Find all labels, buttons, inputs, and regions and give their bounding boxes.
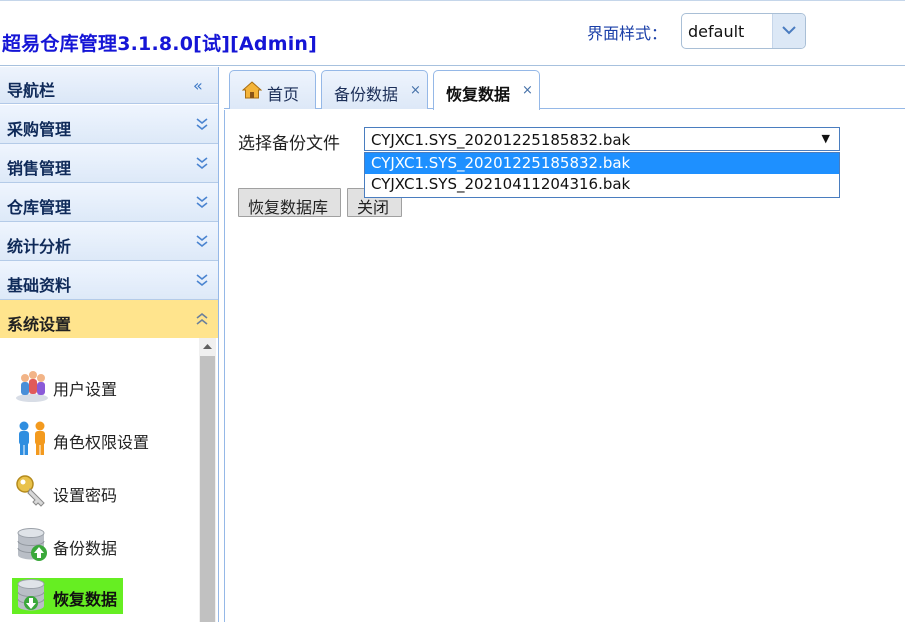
system-settings-menu: 用户设置 角色权限设置 设置密码 备份数据 恢复数据 (0, 338, 218, 622)
tab-label: 首页 (267, 85, 300, 104)
restore-database-button-label: 恢复数据库 (248, 198, 329, 217)
panel-statistics[interactable]: 统计分析 (0, 222, 218, 261)
sidebar: 导航栏 « 采购管理 销售管理 仓库管理 统计分析 基础资料 系统设置 用户设置… (0, 67, 219, 622)
double-chevron-down-icon[interactable] (195, 195, 209, 209)
double-chevron-down-icon[interactable] (195, 273, 209, 287)
backup-file-select-value: CYJXC1.SYS_20201225185832.bak (371, 131, 631, 149)
panel-label: 销售管理 (7, 159, 72, 178)
nav-title: 导航栏 (7, 81, 56, 100)
menu-item-restore-data[interactable]: 恢复数据 (12, 574, 197, 614)
double-chevron-down-icon[interactable] (195, 156, 209, 170)
panel-sales[interactable]: 销售管理 (0, 144, 218, 183)
tab-label: 备份数据 (334, 85, 399, 104)
key-icon (16, 475, 45, 507)
close-icon[interactable]: × (410, 83, 421, 98)
theme-label: 界面样式： (587, 24, 668, 43)
menu-item-label: 备份数据 (53, 539, 118, 558)
tab-home[interactable]: 首页 (229, 70, 316, 109)
dropdown-option[interactable]: CYJXC1.SYS_20210411204316.bak (365, 174, 839, 195)
menu-item-label: 用户设置 (53, 380, 118, 399)
dropdown-arrow-icon[interactable]: ▼ (822, 132, 830, 145)
tabs-bar: 首页 备份数据 × 恢复数据 × (224, 67, 905, 110)
backup-file-dropdown-list: CYJXC1.SYS_20201225185832.bak CYJXC1.SYS… (364, 152, 840, 198)
collapse-sidebar-icon[interactable]: « (193, 76, 203, 95)
menu-item-set-password[interactable]: 设置密码 (12, 470, 197, 510)
tab-restore-data[interactable]: 恢复数据 × (433, 70, 540, 110)
users-icon (16, 371, 48, 402)
menu-item-role-permissions[interactable]: 角色权限设置 (12, 417, 197, 457)
menu-item-label: 设置密码 (53, 486, 118, 505)
nav-header: 导航栏 « (0, 67, 218, 104)
double-chevron-down-icon[interactable] (195, 117, 209, 131)
tab-label: 恢复数据 (446, 85, 511, 104)
double-chevron-down-icon[interactable] (195, 234, 209, 248)
panel-system-settings[interactable]: 系统设置 (0, 300, 218, 339)
panel-warehouse[interactable]: 仓库管理 (0, 183, 218, 222)
backup-file-label: 选择备份文件 (238, 134, 340, 154)
theme-select[interactable]: default (681, 13, 806, 49)
panel-label: 系统设置 (7, 315, 72, 334)
database-restore-icon (17, 579, 45, 611)
scroll-up-arrow-icon[interactable] (199, 338, 216, 355)
menu-item-backup-data[interactable]: 备份数据 (12, 523, 197, 563)
menu-item-label: 恢复数据 (53, 590, 118, 609)
panel-label: 采购管理 (7, 120, 72, 139)
double-chevron-up-icon[interactable] (195, 312, 209, 326)
app-header: 超易仓库管理3.1.8.0[试][Admin] 界面样式： default (0, 0, 905, 66)
sidebar-scrollbar[interactable] (199, 338, 216, 622)
panel-label: 仓库管理 (7, 198, 72, 217)
backup-file-select[interactable]: CYJXC1.SYS_20201225185832.bak ▼ (364, 127, 840, 151)
close-icon[interactable]: × (522, 83, 533, 98)
menu-item-label: 角色权限设置 (53, 433, 150, 452)
tab-backup-data[interactable]: 备份数据 × (321, 70, 428, 109)
dropdown-option[interactable]: CYJXC1.SYS_20201225185832.bak (365, 153, 839, 174)
home-icon (242, 81, 262, 99)
panel-purchase[interactable]: 采购管理 (0, 105, 218, 144)
panel-basic-data[interactable]: 基础资料 (0, 261, 218, 300)
restore-database-button[interactable]: 恢复数据库 (238, 188, 341, 217)
chevron-down-icon[interactable] (772, 14, 805, 48)
panel-label: 统计分析 (7, 237, 72, 256)
database-backup-icon (17, 528, 47, 561)
restore-panel: 选择备份文件 CYJXC1.SYS_20201225185832.bak ▼ C… (224, 110, 905, 622)
app-title: 超易仓库管理3.1.8.0[试][Admin] (2, 33, 318, 55)
panel-label: 基础资料 (7, 276, 72, 295)
scrollbar-thumb[interactable] (200, 356, 215, 622)
menu-item-user-settings[interactable]: 用户设置 (12, 364, 197, 404)
theme-select-value: default (688, 22, 745, 41)
roles-icon (19, 421, 45, 455)
